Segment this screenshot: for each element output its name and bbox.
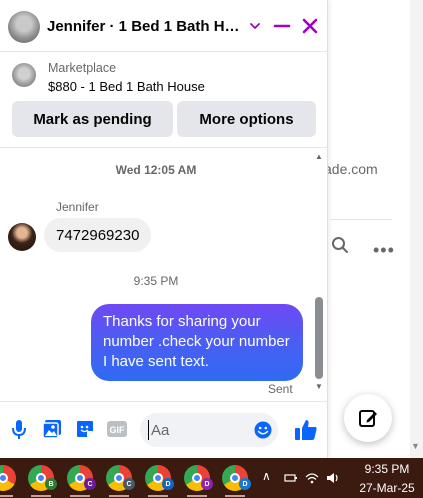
received-message-bubble[interactable]: 7472969230 (44, 218, 152, 252)
scrollbar-thumb[interactable] (315, 297, 323, 379)
search-icon[interactable] (331, 236, 349, 254)
sent-message-bubble[interactable]: Thanks for sharing your number .check yo… (91, 304, 303, 381)
marketplace-listing: Marketplace $880 - 1 Bed 1 Bath House Ma… (0, 53, 328, 148)
avatar[interactable] (8, 11, 40, 43)
sender-name: Jennifer (56, 200, 99, 214)
thumbs-up-icon[interactable] (294, 418, 318, 442)
scroll-down-arrow-icon[interactable]: ▼ (411, 441, 420, 451)
chat-title[interactable]: Jennifer · 1 Bed 1 Bath Hou... (47, 18, 243, 35)
scroll-down-arrow-icon[interactable]: ▼ (315, 382, 323, 391)
listing-thumbnail[interactable] (12, 63, 36, 87)
background-divider (330, 219, 392, 220)
message-input[interactable] (148, 420, 244, 440)
message-timestamp: 9:35 PM (133, 274, 179, 288)
message-composer: GIF (0, 401, 328, 458)
profile-badge: D (239, 478, 251, 490)
volume-icon[interactable] (326, 472, 340, 484)
sticker-icon[interactable] (74, 418, 96, 440)
microphone-icon[interactable] (8, 418, 30, 440)
gif-icon[interactable]: GIF (106, 418, 128, 440)
listing-label: Marketplace (48, 61, 117, 75)
profile-badge: C (123, 478, 135, 490)
more-options-button[interactable]: More options (177, 101, 316, 137)
sender-avatar[interactable] (8, 223, 36, 251)
new-message-button[interactable] (344, 394, 392, 442)
running-indicator (31, 495, 51, 497)
chat-header[interactable]: Jennifer · 1 Bed 1 Bath Hou... (0, 0, 328, 52)
running-indicator (70, 495, 90, 497)
chevron-down-icon[interactable] (249, 20, 261, 32)
message-thread: Wed 12:05 AM Jennifer 7472969230 9:35 PM… (0, 149, 328, 396)
message-status: Sent (268, 382, 293, 396)
chat-window: Jennifer · 1 Bed 1 Bath Hou... Marketpla… (0, 0, 328, 458)
message-timestamp: Wed 12:05 AM (115, 163, 197, 177)
running-indicator (109, 495, 129, 497)
compose-icon (359, 410, 377, 427)
chevron-up-icon[interactable]: ∧ (262, 469, 271, 483)
close-icon[interactable] (300, 16, 320, 36)
emoji-icon[interactable] (254, 421, 272, 439)
mark-as-pending-button[interactable]: Mark as pending (12, 101, 173, 137)
minimize-icon[interactable] (272, 16, 292, 36)
svg-text:GIF: GIF (110, 425, 126, 435)
profile-badge: D (201, 478, 213, 490)
profile-badge: D (162, 478, 174, 490)
more-dots-icon[interactable]: ••• (373, 240, 395, 261)
battery-icon[interactable] (284, 472, 298, 484)
message-input-container (140, 413, 278, 447)
running-indicator (0, 495, 13, 497)
clock-time[interactable]: 9:35 PM (356, 462, 418, 476)
photo-icon[interactable] (41, 418, 63, 440)
running-indicator (187, 495, 207, 497)
scroll-up-arrow-icon[interactable]: ▲ (315, 152, 323, 161)
background-link-text[interactable]: ade.com (324, 161, 378, 177)
message-scrollbar[interactable]: ▲ ▼ (313, 149, 325, 395)
listing-title[interactable]: $880 - 1 Bed 1 Bath House (48, 79, 205, 94)
profile-badge: B (45, 478, 57, 490)
profile-badge: C (84, 478, 96, 490)
page-scrollbar[interactable] (410, 0, 423, 458)
running-indicator (148, 495, 168, 497)
system-tray (284, 471, 340, 485)
running-indicator (225, 495, 245, 497)
wifi-icon[interactable] (305, 472, 319, 484)
clock-date[interactable]: 27-Mar-25 (356, 481, 418, 495)
